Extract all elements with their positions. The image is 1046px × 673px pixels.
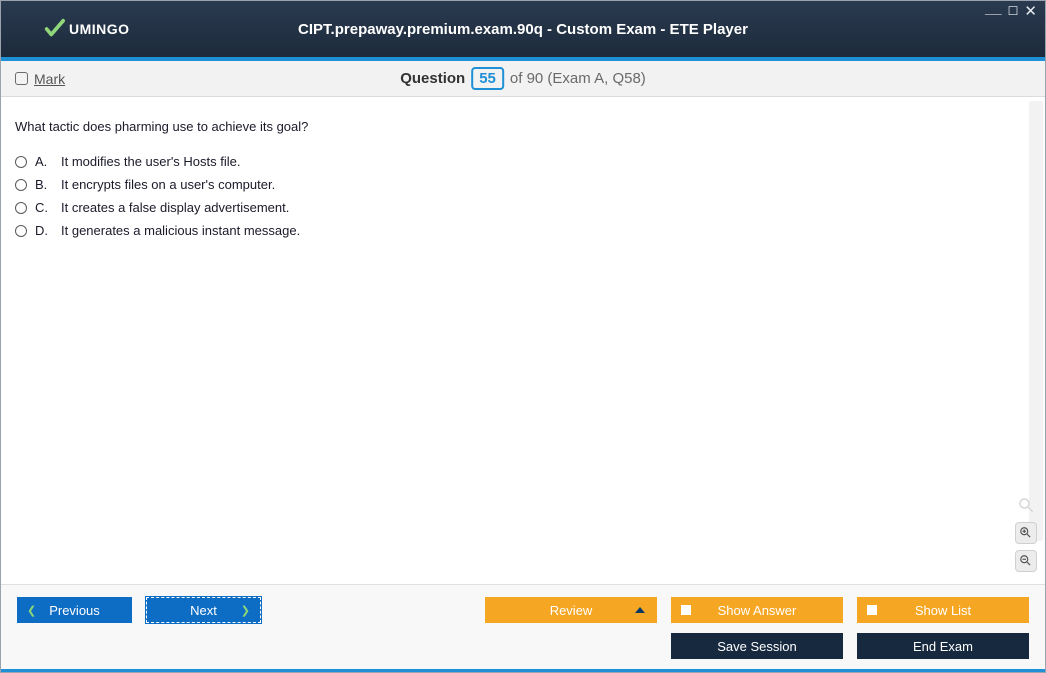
title-bar: UMINGO CIPT.prepaway.premium.exam.90q - …: [1, 1, 1045, 57]
zoom-out-button[interactable]: [1015, 550, 1037, 572]
show-list-button[interactable]: Show List: [857, 597, 1029, 623]
bottom-accent-bar: [1, 669, 1045, 672]
option-letter: B.: [35, 177, 53, 192]
button-label: Save Session: [717, 639, 797, 654]
radio-icon[interactable]: [15, 202, 27, 214]
app-window: UMINGO CIPT.prepaway.premium.exam.90q - …: [0, 0, 1046, 673]
button-label: Previous: [49, 603, 100, 618]
radio-icon[interactable]: [15, 156, 27, 168]
option-b[interactable]: B. It encrypts files on a user's compute…: [15, 173, 1031, 196]
content-area: What tactic does pharming use to achieve…: [1, 97, 1045, 584]
window-title: CIPT.prepaway.premium.exam.90q - Custom …: [298, 21, 748, 38]
option-letter: C.: [35, 200, 53, 215]
option-text: It encrypts files on a user's computer.: [61, 177, 275, 192]
minimize-icon[interactable]: __: [985, 1, 1002, 16]
option-text: It generates a malicious instant message…: [61, 223, 300, 238]
scrollbar[interactable]: [1029, 101, 1043, 541]
chevron-right-icon: ❯: [241, 604, 250, 617]
footer-row-1: ❮ Previous Next ❯ Review Show Answer Sho…: [1, 585, 1045, 629]
button-label: End Exam: [913, 639, 973, 654]
question-of-text: of 90 (Exam A, Q58): [510, 70, 646, 87]
button-label: Review: [550, 603, 593, 618]
show-answer-button[interactable]: Show Answer: [671, 597, 843, 623]
option-text: It modifies the user's Hosts file.: [61, 154, 241, 169]
zoom-in-button[interactable]: [1015, 522, 1037, 544]
option-letter: A.: [35, 154, 53, 169]
end-exam-button[interactable]: End Exam: [857, 633, 1029, 659]
search-icon[interactable]: [1015, 494, 1037, 516]
triangle-up-icon: [635, 607, 645, 613]
option-text: It creates a false display advertisement…: [61, 200, 289, 215]
footer: ❮ Previous Next ❯ Review Show Answer Sho…: [1, 584, 1045, 672]
next-button[interactable]: Next ❯: [146, 597, 261, 623]
brand-text: UMINGO: [69, 21, 130, 37]
checkbox-icon[interactable]: [15, 72, 28, 85]
square-icon: [867, 605, 877, 615]
option-d[interactable]: D. It generates a malicious instant mess…: [15, 219, 1031, 242]
close-icon[interactable]: ✕: [1024, 4, 1037, 19]
chevron-left-icon: ❮: [27, 604, 36, 617]
question-area: What tactic does pharming use to achieve…: [1, 97, 1045, 256]
brand-logo: UMINGO: [43, 18, 130, 40]
zoom-controls: [1015, 494, 1037, 572]
button-label: Next: [190, 603, 217, 618]
info-bar: Mark Question 55 of 90 (Exam A, Q58): [1, 61, 1045, 97]
maximize-icon[interactable]: ☐: [1008, 5, 1019, 20]
radio-icon[interactable]: [15, 225, 27, 237]
button-label: Show List: [915, 603, 971, 618]
question-word: Question: [400, 70, 465, 87]
previous-button[interactable]: ❮ Previous: [17, 597, 132, 623]
button-label: Show Answer: [718, 603, 797, 618]
option-letter: D.: [35, 223, 53, 238]
window-controls: __ ☐ ✕: [985, 4, 1037, 19]
mark-label: Mark: [34, 71, 65, 87]
review-button[interactable]: Review: [485, 597, 657, 623]
option-a[interactable]: A. It modifies the user's Hosts file.: [15, 150, 1031, 173]
mark-toggle[interactable]: Mark: [15, 71, 65, 87]
square-icon: [681, 605, 691, 615]
radio-icon[interactable]: [15, 179, 27, 191]
options-list: A. It modifies the user's Hosts file. B.…: [15, 150, 1031, 242]
question-indicator: Question 55 of 90 (Exam A, Q58): [400, 67, 646, 90]
footer-row-2: Save Session End Exam: [1, 629, 1045, 669]
checkmark-icon: [43, 18, 65, 40]
save-session-button[interactable]: Save Session: [671, 633, 843, 659]
option-c[interactable]: C. It creates a false display advertisem…: [15, 196, 1031, 219]
question-text: What tactic does pharming use to achieve…: [15, 119, 1031, 134]
question-number: 55: [471, 67, 504, 90]
